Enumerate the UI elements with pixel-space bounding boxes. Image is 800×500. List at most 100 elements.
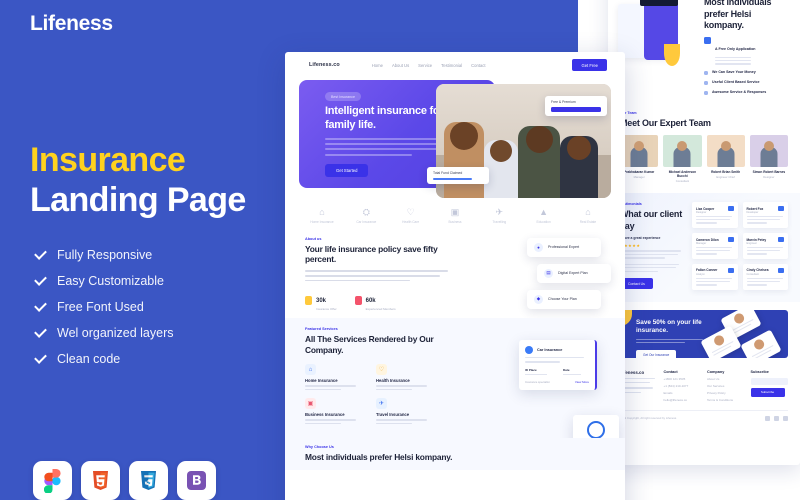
plan-float-card: Free & Premium — [545, 96, 607, 116]
card-title: Total Fund Claimed — [433, 170, 463, 175]
item-text — [715, 56, 755, 65]
list-item[interactable]: ✈ Travel Insurance — [376, 398, 433, 425]
list-item[interactable]: ▲ Education — [527, 208, 561, 224]
list-item[interactable]: Simon Robert Barnes Designer — [749, 135, 788, 183]
nav-link-home[interactable]: Home — [372, 63, 383, 68]
list-item[interactable]: ● Professional Expert — [527, 237, 601, 257]
nav-link-about[interactable]: About Us — [392, 63, 409, 68]
facebook-icon[interactable] — [765, 415, 770, 421]
item-title: We Can Save Your Money — [712, 69, 756, 74]
bootstrap-icon — [177, 461, 216, 500]
card-title: Car Insurance — [537, 348, 563, 353]
avatar — [620, 135, 659, 168]
quote-icon — [727, 206, 734, 212]
client-name: Fallon Conner — [696, 268, 718, 273]
stat-icon — [305, 295, 312, 305]
shield-icon: ◆ — [534, 294, 543, 304]
field-label: ID Place — [525, 367, 537, 372]
list-item: Liza Cooper Designer — [692, 202, 738, 229]
bullet-icon — [704, 70, 708, 75]
list-item[interactable]: ▣ Business — [438, 208, 472, 224]
footer-link[interactable]: About Us — [707, 377, 745, 381]
footer-link[interactable]: +1 (844) 210-1077 — [664, 384, 702, 388]
figma-icon — [33, 461, 72, 500]
footer-link[interactable]: Emails — [664, 391, 702, 395]
why-illustration — [618, 0, 698, 67]
nav-logo[interactable]: Lifeness.co — [309, 62, 340, 68]
list-item[interactable]: ◆ Choose Your Plan — [527, 289, 601, 309]
section-title: Most individuals prefer Helsi kompany. — [704, 0, 772, 31]
card-title: Free & Premium — [551, 100, 576, 104]
client-role: Developer — [746, 211, 759, 215]
nav-cta-button[interactable]: Get Free — [572, 59, 607, 71]
list-item: We Can Save Your Money — [704, 70, 790, 75]
avatar — [749, 135, 788, 168]
list-item[interactable]: ⛭ Car Insurance — [349, 208, 383, 224]
service-title: Home Insurance — [305, 378, 338, 384]
section-title: Most individuals prefer Helsi kompany. — [305, 452, 453, 463]
list-item[interactable]: ♡ Health Care — [394, 208, 428, 224]
icon-label: Real Estate — [579, 219, 597, 224]
footer-link[interactable]: +1800 121 3535 — [664, 377, 702, 381]
get-started-button[interactable]: Get Started — [325, 164, 369, 177]
footer-company-column: Company About Us Our Services Privacy Po… — [707, 370, 745, 402]
view-more-link[interactable]: View More — [575, 380, 589, 384]
mockup-page-main: Lifeness.co Home About Us Service Testim… — [285, 52, 625, 500]
footer-subscribe-column: Subscribe Subscribe — [750, 369, 788, 402]
headline-line-1: Insurance — [30, 141, 186, 179]
avatar — [663, 135, 702, 168]
list-item[interactable]: ♡ Health Insurance — [376, 364, 433, 391]
member-role: Designer — [763, 175, 775, 180]
list-item: Cindy Chelsea Consultant — [742, 263, 788, 290]
list-item[interactable]: ⌂ Home Insurance — [305, 364, 362, 391]
stat-value: 30k — [316, 298, 327, 305]
team-header: Our Team Meet Our Expert Team — [608, 103, 800, 132]
feature-label: Clean code — [57, 352, 121, 366]
list-item[interactable]: ▣ Business Insurance — [305, 398, 362, 425]
footer-column-heading: Subscribe — [750, 369, 769, 374]
member-name: Robert Brian Smith — [711, 170, 741, 175]
footer-link[interactable]: hello@lifeness.co — [664, 398, 702, 402]
subscribe-button[interactable]: Subscribe — [750, 387, 785, 397]
list-item[interactable]: Prabhakaran Kumar Manager — [620, 135, 659, 183]
choose-plan-button[interactable] — [551, 107, 601, 112]
list-item: Marvin Petey Engineer — [742, 233, 788, 259]
footer-link[interactable]: Our Services — [707, 384, 745, 388]
card-header: Car Insurance — [525, 346, 589, 355]
page-title: Insurance Landing Page — [30, 140, 246, 220]
field-value — [525, 373, 547, 375]
cta-button[interactable]: Get Our Insurance — [636, 349, 677, 358]
list-item[interactable]: ▤ Digital Expert Plan — [537, 263, 611, 283]
brand-logo: Lifeness — [30, 12, 113, 35]
nav-link-service[interactable]: Service — [418, 63, 432, 68]
fund-float-card: Total Fund Claimed — [427, 166, 489, 184]
list-item[interactable]: ⌂ Real Estate — [571, 208, 605, 224]
feature-list: Fully Responsive Easy Customizable Free … — [33, 248, 174, 378]
team-grid: Prabhakaran Kumar Manager Michael Anders… — [608, 131, 800, 193]
list-item[interactable]: ⌂ Home Insurance — [305, 208, 339, 224]
member-role: Consultant — [675, 179, 690, 184]
list-item[interactable]: Robert Brian Smith Engineer Chief — [706, 135, 745, 183]
email-field[interactable] — [750, 377, 788, 385]
list-item[interactable]: ✈ Travelling — [482, 208, 516, 224]
section-title: What our client say — [620, 209, 682, 231]
nav-link-testimonial[interactable]: Testimonial — [441, 63, 462, 68]
list-item[interactable]: Michael Anderson Bucchi Consultant — [663, 135, 702, 184]
cta-illustration — [700, 309, 788, 358]
social-links[interactable] — [765, 415, 788, 421]
instagram-icon[interactable] — [783, 415, 788, 421]
check-icon — [33, 352, 47, 366]
tech-badge-row — [33, 461, 216, 500]
stat-caption: Experienced Members — [365, 307, 396, 312]
footer-link[interactable]: Terms & Conditions — [707, 398, 745, 402]
health-icon: ♡ — [406, 207, 415, 217]
business-icon: ▣ — [305, 398, 316, 410]
services-section: Featured Services All The Services Rende… — [285, 318, 625, 453]
footer-link[interactable]: Privacy Policy — [707, 391, 745, 395]
service-title: Business Insurance — [305, 412, 345, 418]
footer-brand-column: Lifeness.co — [620, 370, 658, 402]
hero-section: Best Insurance Intelligent insurance for… — [299, 80, 611, 198]
bullet-icon — [704, 36, 711, 44]
nav-link-contact[interactable]: Contact — [471, 63, 485, 68]
twitter-icon[interactable] — [774, 415, 779, 421]
